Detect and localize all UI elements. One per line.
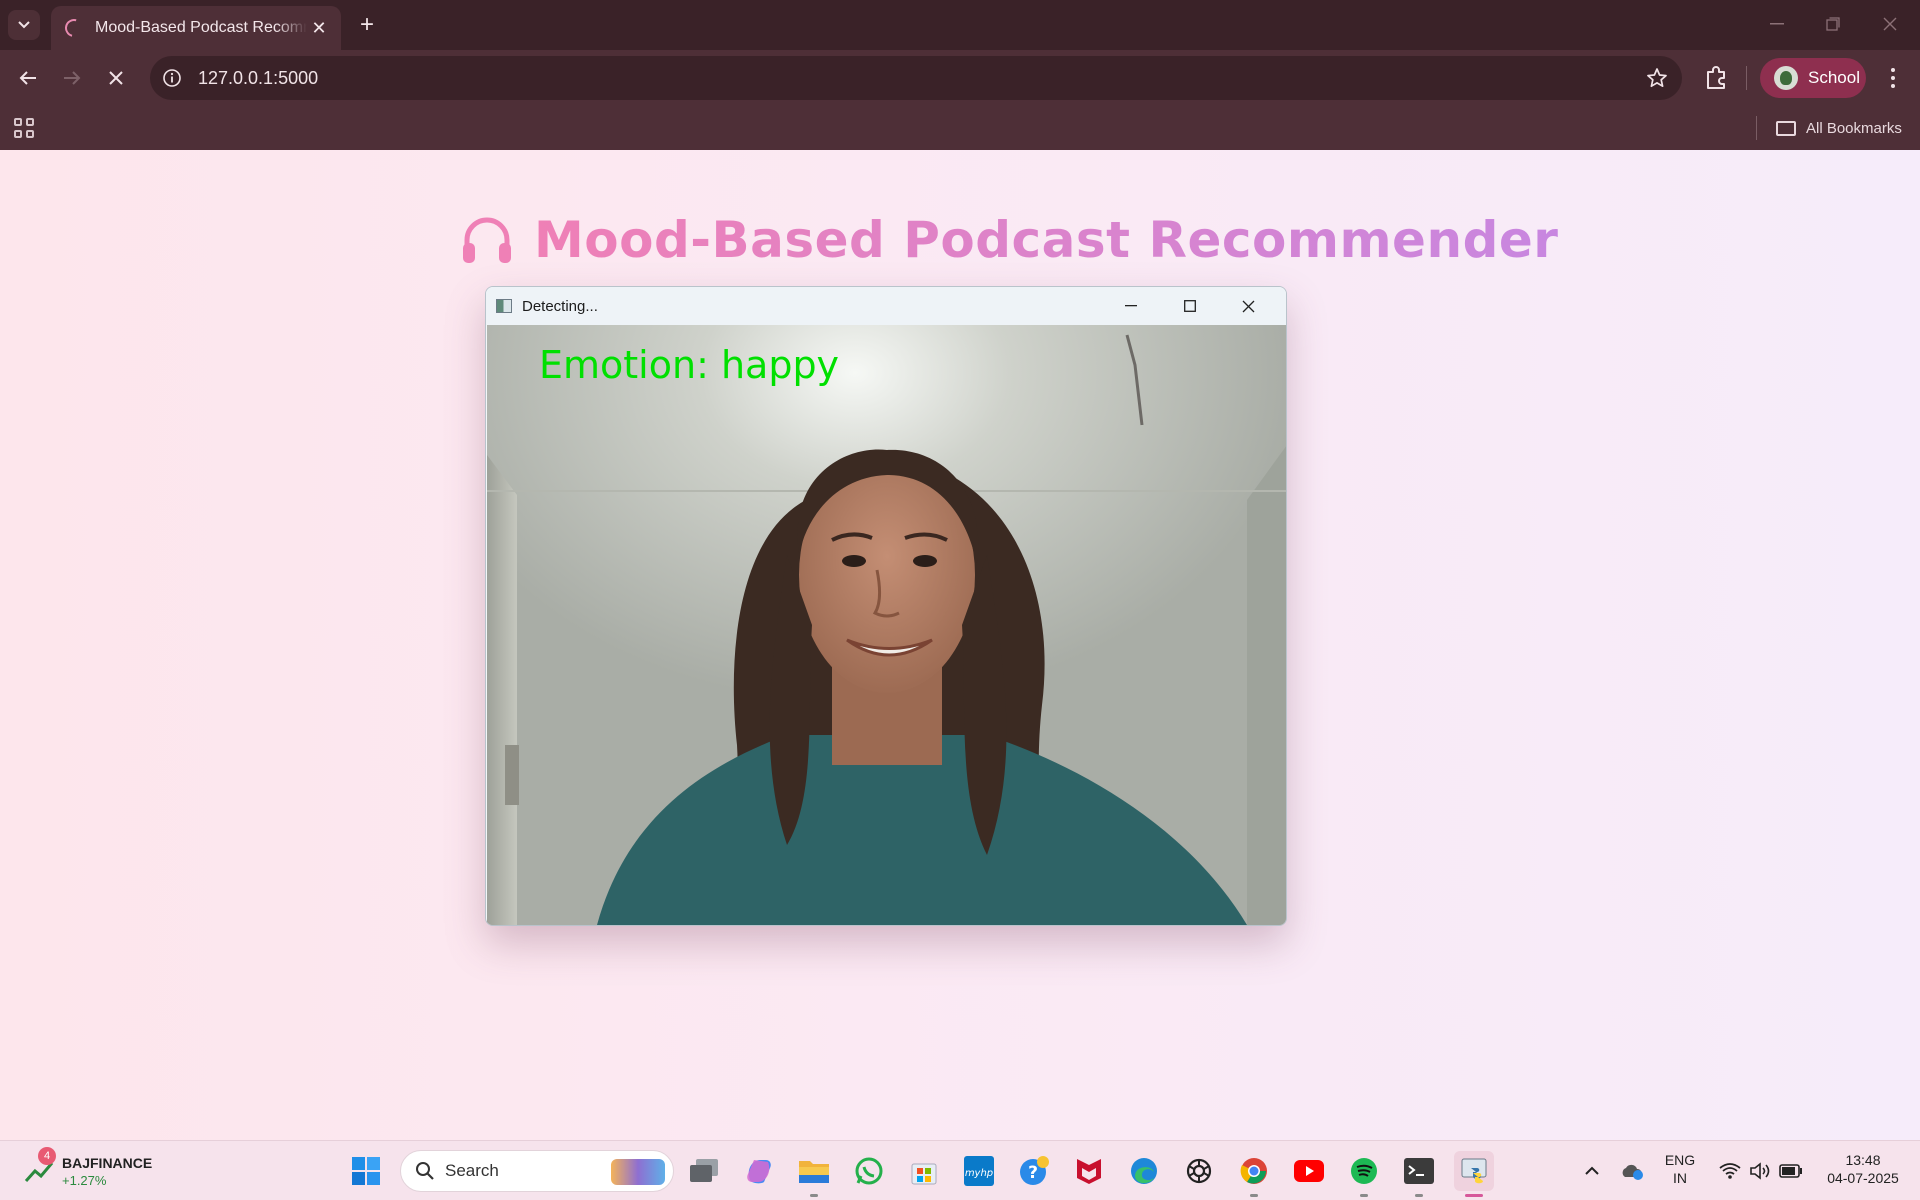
onedrive-icon[interactable] xyxy=(1612,1151,1652,1191)
chrome-icon[interactable] xyxy=(1234,1151,1274,1197)
minimize-icon[interactable] xyxy=(1757,8,1797,40)
active-indicator xyxy=(1465,1194,1483,1197)
loading-spinner-icon xyxy=(61,15,87,41)
tab-title: Mood-Based Podcast Recommender xyxy=(95,19,307,36)
bookmarks-bar: All Bookmarks xyxy=(0,106,1920,150)
back-icon[interactable] xyxy=(12,62,44,94)
search-input[interactable]: Search xyxy=(400,1150,674,1192)
search-icon xyxy=(416,1162,434,1180)
windows-taskbar: 4 BAJFINANCE +1.27% Search myhp ? ENG IN… xyxy=(0,1140,1920,1200)
language-indicator[interactable]: ENG IN xyxy=(1652,1151,1708,1187)
clock-date: 04-07-2025 xyxy=(1827,1170,1899,1186)
menu-icon[interactable] xyxy=(1880,62,1906,94)
terminal-icon[interactable] xyxy=(1399,1151,1439,1197)
detector-minimize-icon[interactable] xyxy=(1102,290,1160,322)
python-icon[interactable] xyxy=(1454,1151,1494,1197)
microsoft-store-icon[interactable] xyxy=(904,1151,944,1191)
new-tab-icon[interactable]: + xyxy=(352,10,382,40)
file-explorer-icon[interactable] xyxy=(794,1151,834,1197)
start-icon[interactable] xyxy=(346,1151,386,1191)
clock[interactable]: 13:48 04-07-2025 xyxy=(1814,1151,1912,1187)
all-bookmarks-label: All Bookmarks xyxy=(1806,119,1902,137)
quick-settings[interactable] xyxy=(1708,1151,1814,1191)
detector-title: Detecting... xyxy=(522,297,598,315)
copilot-icon[interactable] xyxy=(739,1151,779,1191)
toolbar-divider xyxy=(1746,66,1747,90)
page-title: Mood-Based Podcast Recommender xyxy=(460,208,1558,272)
stock-widget[interactable]: 4 BAJFINANCE +1.27% xyxy=(24,1147,153,1193)
edge-icon[interactable] xyxy=(1124,1151,1164,1191)
all-bookmarks-button[interactable]: All Bookmarks xyxy=(1776,114,1902,142)
youtube-icon[interactable] xyxy=(1289,1151,1329,1191)
extensions-icon[interactable] xyxy=(1700,62,1732,94)
svg-text:myhp: myhp xyxy=(965,1168,993,1179)
address-bar[interactable]: 127.0.0.1:5000 xyxy=(150,56,1682,100)
spotify-icon[interactable] xyxy=(1344,1151,1384,1197)
stock-symbol: BAJFINANCE xyxy=(62,1154,153,1171)
running-indicator xyxy=(1415,1194,1423,1197)
task-view-icon[interactable] xyxy=(684,1151,724,1191)
detector-close-icon[interactable] xyxy=(1219,290,1277,322)
bookmark-star-icon[interactable] xyxy=(1646,67,1668,94)
clock-time: 13:48 xyxy=(1845,1152,1881,1168)
forward-icon[interactable] xyxy=(56,62,88,94)
search-label: Search xyxy=(445,1161,499,1180)
myhp-icon[interactable]: myhp xyxy=(959,1151,999,1191)
webcam-image: Emotion: happy xyxy=(487,325,1286,925)
whatsapp-icon[interactable] xyxy=(849,1151,889,1191)
notification-badge: 4 xyxy=(38,1147,56,1165)
browser-titlebar: Mood-Based Podcast Recommender ✕ + xyxy=(0,0,1920,50)
avatar xyxy=(1774,66,1798,90)
profile-label: School xyxy=(1808,68,1860,87)
close-tab-icon[interactable]: ✕ xyxy=(309,18,329,38)
mcafee-icon[interactable] xyxy=(1069,1151,1109,1191)
svg-text:?: ? xyxy=(1028,1163,1038,1183)
emotion-overlay-text: Emotion: happy xyxy=(539,343,839,387)
volume-icon xyxy=(1750,1162,1770,1180)
chevron-up-icon[interactable] xyxy=(1572,1151,1612,1191)
tab-search-icon[interactable] xyxy=(8,10,40,40)
headphones-icon xyxy=(463,217,511,263)
battery-icon xyxy=(1779,1164,1802,1178)
url-text: 127.0.0.1:5000 xyxy=(198,67,319,88)
webcam-frame: Emotion: happy xyxy=(487,325,1286,925)
stop-loading-icon[interactable] xyxy=(100,62,132,94)
running-indicator xyxy=(1250,1194,1258,1197)
detector-window[interactable]: Detecting... Emotion: happy xyxy=(485,286,1287,926)
apps-icon[interactable] xyxy=(12,116,36,140)
page-title-text: Mood-Based Podcast Recommender xyxy=(534,211,1559,269)
close-window-icon[interactable] xyxy=(1870,8,1910,40)
restore-icon[interactable] xyxy=(1813,8,1853,40)
detector-maximize-icon[interactable] xyxy=(1161,290,1219,322)
wifi-icon xyxy=(1719,1163,1741,1179)
running-indicator xyxy=(1360,1194,1368,1197)
language-top: ENG xyxy=(1664,1152,1696,1168)
language-bottom: IN xyxy=(1673,1170,1687,1186)
web-page: Mood-Based Podcast Recommender Detecting… xyxy=(0,150,1920,1140)
browser-toolbar: 127.0.0.1:5000 School xyxy=(0,50,1920,106)
site-info-icon[interactable] xyxy=(158,64,186,92)
window-app-icon xyxy=(496,299,512,313)
chatgpt-icon[interactable] xyxy=(1179,1151,1219,1191)
search-highlight-icon xyxy=(611,1159,665,1185)
get-help-icon[interactable]: ? xyxy=(1014,1151,1054,1191)
profile-button[interactable]: School xyxy=(1760,58,1866,98)
bookmarks-divider xyxy=(1756,116,1757,140)
folder-icon xyxy=(1776,120,1796,136)
running-indicator xyxy=(810,1194,818,1197)
browser-tab[interactable]: Mood-Based Podcast Recommender ✕ xyxy=(51,6,341,50)
stock-change: +1.27% xyxy=(62,1172,107,1188)
